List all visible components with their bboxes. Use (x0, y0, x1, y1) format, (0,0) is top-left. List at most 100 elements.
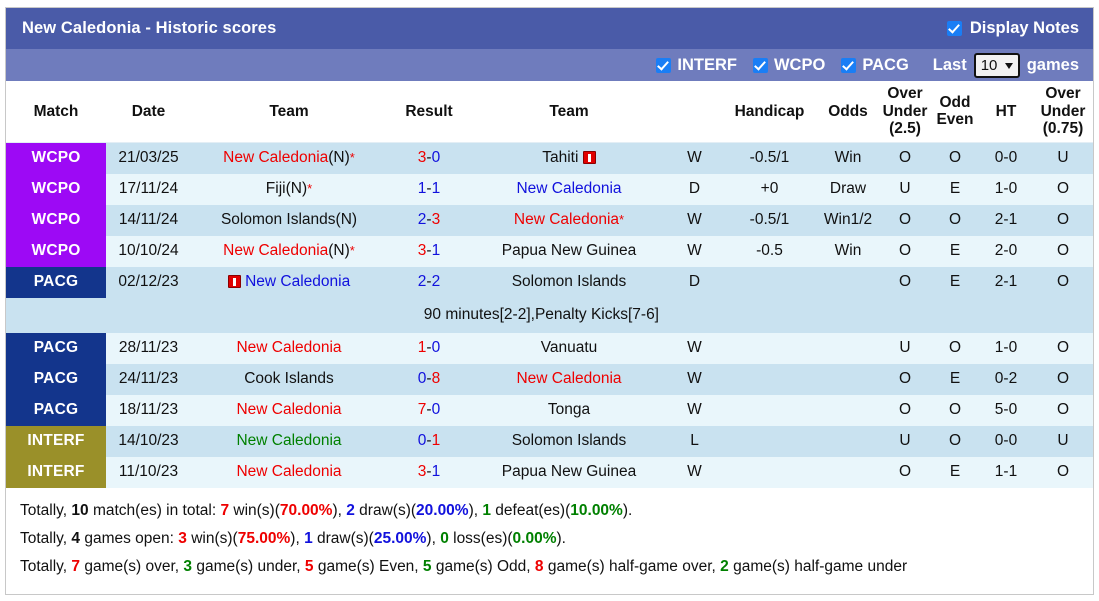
away-team-cell[interactable]: New Caledonia* (471, 204, 667, 236)
match-competition-cell: INTERF (6, 425, 106, 457)
filter-interf[interactable]: INTERF (656, 56, 737, 75)
home-team-cell[interactable]: Fiji(N)* (191, 173, 387, 205)
table-row[interactable]: WCPO 21/03/25 New Caledonia(N)* 3-0 Tahiti W… (6, 142, 1093, 174)
wcpo-checkbox-icon[interactable] (752, 57, 768, 73)
home-team-cell[interactable]: New Caledonia (191, 456, 387, 488)
away-team-cell[interactable]: Solomon Islands (471, 425, 667, 457)
team-name: New Caledonia (516, 370, 622, 387)
result-score: 2-3 (387, 204, 471, 236)
over-under-075-value: U (1033, 142, 1093, 174)
table-row[interactable]: INTERF 11/10/23 New Caledonia 3-1 Papua New … (6, 456, 1093, 488)
display-notes-toggle[interactable]: Display Notes (946, 19, 1079, 38)
score-away: 8 (431, 370, 441, 387)
half-time-score: 2-1 (979, 204, 1033, 236)
summary-segment: 0 (440, 529, 449, 547)
games-count-select[interactable]: 10203050 (973, 52, 1020, 78)
over-under-075-value: O (1033, 204, 1093, 236)
display-notes-checkbox-icon[interactable] (946, 21, 962, 36)
over-under-25-value: O (879, 363, 931, 395)
match-date: 11/10/23 (106, 456, 191, 488)
match-date: 24/11/23 (106, 363, 191, 395)
over-under-075-value: O (1033, 456, 1093, 488)
home-team-cell[interactable]: New Caledonia (191, 394, 387, 426)
away-team-cell[interactable]: Tahiti (471, 142, 667, 174)
match-competition-cell: WCPO (6, 173, 106, 205)
away-team-cell[interactable]: New Caledonia (471, 363, 667, 395)
col-odd-even: Odd Even (931, 81, 979, 143)
away-team-cell[interactable]: New Caledonia (471, 173, 667, 205)
over-under-25-value: O (879, 394, 931, 426)
team-star-marker: * (619, 212, 625, 227)
team-name: New Caledonia (516, 180, 622, 197)
summary-segment: win(s)( (229, 501, 280, 519)
summary-segment: 7 (71, 557, 81, 575)
over-under-25-value: O (879, 142, 931, 174)
odd-even-value: E (931, 363, 979, 395)
filter-pacg[interactable]: PACG (841, 56, 909, 75)
table-row[interactable]: PACG 02/12/23 New Caledonia 2-2 Solomon Isl… (6, 266, 1093, 298)
match-date: 21/03/25 (106, 142, 191, 174)
odd-even-value: O (931, 394, 979, 426)
pacg-checkbox-icon[interactable] (841, 57, 857, 73)
handicap-value (722, 456, 817, 488)
handicap-value: -0.5/1 (722, 204, 817, 236)
filter-wcpo[interactable]: WCPO (752, 56, 825, 75)
odds-result (817, 456, 879, 488)
win-draw-loss: W (667, 235, 722, 267)
summary-segment: defeat(es)( (491, 501, 571, 519)
col-result: Result (387, 81, 471, 143)
team-name: New Caledonia (236, 463, 342, 480)
result-score: 1-1 (387, 173, 471, 205)
home-team-cell[interactable]: New Caledonia (191, 266, 387, 298)
team-name: Fiji (265, 180, 286, 197)
games-count-select-wrap[interactable]: 10203050 (973, 52, 1020, 78)
home-team-cell[interactable]: New Caledonia(N)* (191, 142, 387, 174)
over-under-25-value: U (879, 173, 931, 205)
table-row[interactable]: PACG 28/11/23 New Caledonia 1-0 Vanuatu W U O 1-… (6, 332, 1093, 364)
summary-segment: 2 (346, 501, 355, 519)
home-team-cell[interactable]: New Caledonia (191, 332, 387, 364)
table-row[interactable]: PACG 18/11/23 New Caledonia 7-0 Tonga W O O 5-0 O (6, 394, 1093, 426)
col-odds: Odds (817, 81, 879, 143)
over-under-075-value: O (1033, 173, 1093, 205)
win-draw-loss: W (667, 456, 722, 488)
win-draw-loss: L (667, 425, 722, 457)
away-team-cell[interactable]: Solomon Islands (471, 266, 667, 298)
handicap-value: -0.5/1 (722, 142, 817, 174)
table-row[interactable]: WCPO 17/11/24 Fiji(N)* 1-1 New Caledonia D +0 D… (6, 173, 1093, 205)
away-team-cell[interactable]: Tonga (471, 394, 667, 426)
home-team-cell[interactable]: Solomon Islands(N) (191, 204, 387, 236)
table-row[interactable]: WCPO 14/11/24 Solomon Islands(N) 2-3 New Cal… (6, 204, 1093, 236)
table-row[interactable]: PACG 24/11/23 Cook Islands 0-8 New Caledonia… (6, 363, 1093, 395)
summary-line-total: Totally, 10 match(es) in total: 7 win(s)… (16, 497, 1083, 525)
summary-segment: 0.00% (512, 529, 557, 547)
odd-even-value: O (931, 425, 979, 457)
away-team-cell[interactable]: Papua New Guinea (471, 456, 667, 488)
score-away: 3 (431, 211, 441, 228)
table-row[interactable]: INTERF 14/10/23 New Caledonia 0-1 Solomon Is… (6, 425, 1093, 457)
odds-result (817, 394, 879, 426)
home-team-cell[interactable]: New Caledonia (191, 425, 387, 457)
home-team-cell[interactable]: New Caledonia(N)* (191, 235, 387, 267)
away-team-cell[interactable]: Vanuatu (471, 332, 667, 364)
col-ou25-l3: (2.5) (889, 120, 921, 137)
team-name: Tahiti (542, 149, 579, 166)
win-draw-loss: W (667, 204, 722, 236)
home-team-cell[interactable]: Cook Islands (191, 363, 387, 395)
table-head: Match Date Team Result Team Handicap Odd… (6, 81, 1093, 143)
over-under-075-value: O (1033, 363, 1093, 395)
away-team-cell[interactable]: Papua New Guinea (471, 235, 667, 267)
team-name: New Caledonia (236, 401, 342, 418)
filter-interf-label: INTERF (677, 55, 737, 74)
table-row[interactable]: WCPO 10/10/24 New Caledonia(N)* 3-1 Papua Ne… (6, 235, 1093, 267)
summary-line-open: Totally, 4 games open: 3 win(s)(75.00%),… (16, 525, 1083, 553)
col-over-under-25: Over Under (2.5) (879, 81, 931, 143)
odd-even-value: E (931, 266, 979, 298)
col-match: Match (6, 81, 106, 143)
red-card-icon (227, 275, 241, 288)
summary-segment: 70.00% (279, 501, 333, 519)
competition-badge: INTERF (6, 425, 106, 457)
team-name: Tonga (547, 401, 591, 418)
summary-segment: game(s) half-game under (728, 557, 908, 575)
interf-checkbox-icon[interactable] (656, 57, 672, 73)
